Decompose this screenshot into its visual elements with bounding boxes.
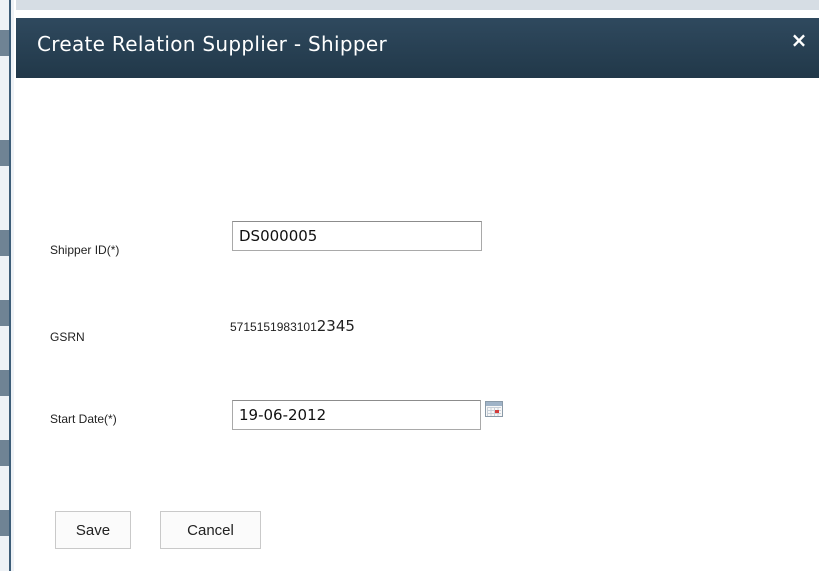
- edge-tick: [0, 30, 9, 56]
- gsrn-value-small: 5715151983101: [230, 320, 317, 334]
- edge-tick: [0, 230, 9, 256]
- start-date-label: Start Date(*): [50, 412, 117, 426]
- cancel-button[interactable]: Cancel: [160, 511, 261, 549]
- dialog-titlebar[interactable]: Create Relation Supplier - Shipper ×: [16, 18, 819, 78]
- edge-tick: [0, 370, 9, 396]
- calendar-icon-marker: [495, 410, 499, 413]
- save-button[interactable]: Save: [55, 511, 131, 549]
- edge-line: [9, 0, 11, 571]
- close-icon[interactable]: ×: [789, 30, 809, 50]
- calendar-icon[interactable]: [485, 401, 503, 417]
- edge-tick: [0, 440, 9, 466]
- create-relation-dialog: Create Relation Supplier - Shipper × Shi…: [16, 0, 819, 571]
- edge-tick: [0, 510, 9, 536]
- gsrn-value-large: 2345: [316, 317, 355, 335]
- start-date-input[interactable]: [232, 400, 481, 430]
- edge-tick: [0, 140, 9, 166]
- dialog-title: Create Relation Supplier - Shipper: [37, 32, 387, 56]
- shipper-id-label: Shipper ID(*): [50, 243, 120, 257]
- shipper-id-input[interactable]: [232, 221, 482, 251]
- calendar-icon-header: [486, 402, 502, 406]
- gsrn-label: GSRN: [50, 330, 85, 344]
- background-window-edge: [0, 0, 14, 571]
- gsrn-value: 57151519831012345: [230, 317, 355, 335]
- edge-tick: [0, 300, 9, 326]
